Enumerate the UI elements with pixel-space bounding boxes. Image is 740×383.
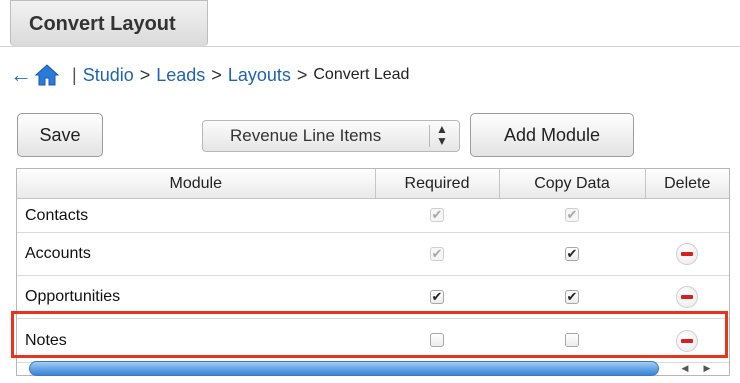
tab-convert-layout[interactable]: Convert Layout	[10, 0, 208, 46]
copy-data-checkbox[interactable]: ✔	[565, 289, 579, 304]
tab-bar: Convert Layout	[0, 0, 740, 47]
breadcrumb-chevron: >	[296, 64, 308, 85]
header-delete: Delete	[644, 169, 729, 199]
module-select-value: Revenue Line Items	[230, 126, 382, 145]
back-arrow-icon[interactable]: ←	[10, 62, 32, 88]
breadcrumb-chevron: >	[139, 64, 151, 85]
copy-data-checkbox: ✔	[565, 207, 579, 223]
scrollbar-thumb[interactable]	[29, 361, 659, 376]
header-copy-data: Copy Data	[498, 169, 646, 199]
save-button[interactable]: Save	[17, 113, 103, 157]
horizontal-scrollbar[interactable]: ◀ ▶	[17, 359, 729, 377]
header-required: Required	[374, 169, 500, 199]
required-checkbox: ✔	[430, 245, 444, 261]
modules-table: Module Required Copy Data Delete Contact…	[16, 168, 730, 376]
scroll-left-icon[interactable]: ◀	[677, 362, 693, 375]
copy-data-checkbox[interactable]	[565, 333, 579, 348]
breadcrumb-studio[interactable]: Studio	[83, 65, 134, 86]
scroll-right-icon[interactable]: ▶	[699, 362, 715, 375]
table-row: Notes	[17, 318, 729, 363]
home-icon[interactable]	[34, 63, 60, 87]
select-divider	[429, 125, 430, 147]
breadcrumb-separator: |	[72, 64, 77, 85]
required-checkbox[interactable]	[430, 333, 444, 348]
breadcrumb-leads[interactable]: Leads	[156, 65, 205, 86]
module-name: Accounts	[17, 232, 375, 276]
copy-data-checkbox[interactable]: ✔	[565, 246, 579, 261]
breadcrumb: ← | Studio > Leads > Layouts > Convert L…	[10, 60, 409, 90]
delete-icon[interactable]	[676, 243, 698, 265]
table-row: Contacts ✔ ✔	[17, 198, 729, 233]
module-name: Opportunities	[17, 275, 375, 319]
delete-icon[interactable]	[676, 329, 698, 352]
module-name: Contacts	[17, 198, 375, 233]
breadcrumb-current: Convert Lead	[313, 66, 410, 83]
required-checkbox: ✔	[430, 207, 444, 223]
header-module: Module	[17, 169, 376, 199]
required-checkbox[interactable]: ✔	[430, 289, 444, 304]
add-module-button[interactable]: Add Module	[470, 113, 634, 157]
module-select[interactable]: Revenue Line Items ▲ ▼	[202, 120, 460, 152]
module-name: Notes	[17, 318, 375, 363]
select-arrows-icon: ▲ ▼	[436, 122, 448, 148]
table-row: Opportunities ✔ ✔	[17, 275, 729, 319]
delete-icon[interactable]	[676, 286, 698, 308]
breadcrumb-chevron: >	[211, 64, 222, 85]
table-row: Accounts ✔ ✔	[17, 232, 729, 276]
breadcrumb-layouts[interactable]: Layouts	[228, 65, 291, 86]
